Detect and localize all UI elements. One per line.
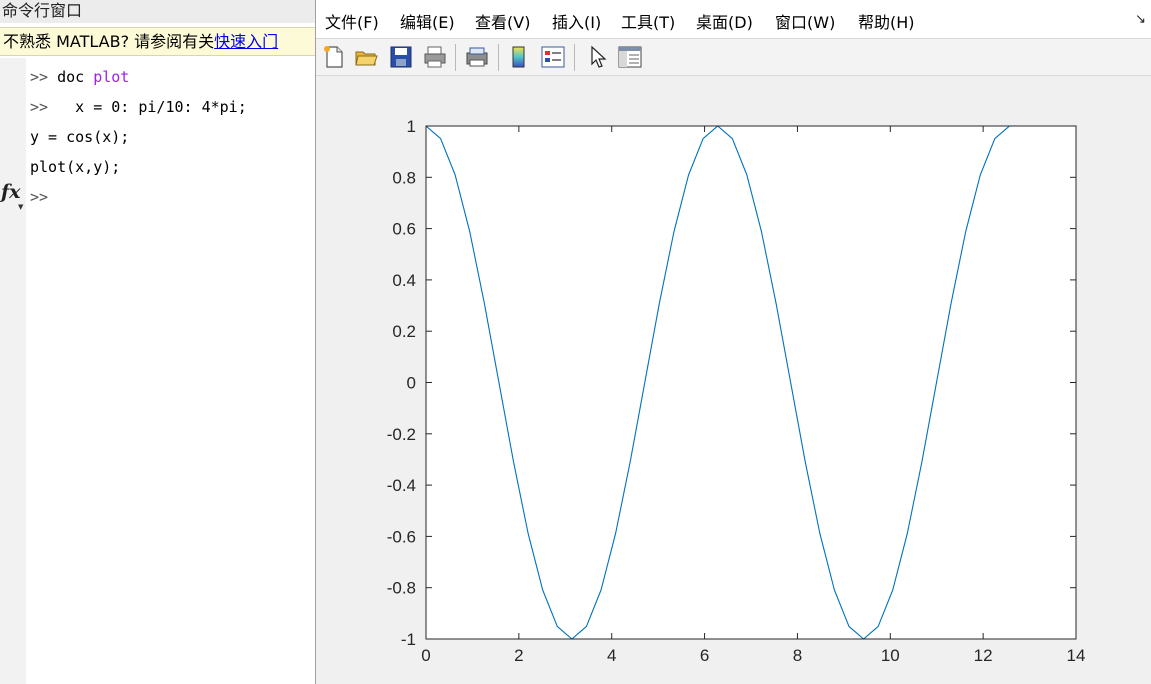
menu-desktop[interactable]: 桌面(D) xyxy=(696,9,753,33)
figure-toolbar xyxy=(316,38,1151,76)
command-window-title: 命令行窗口 xyxy=(0,0,318,23)
command-code: y = cos(x); xyxy=(30,128,130,146)
x-tick-label: 0 xyxy=(421,646,430,665)
command-line: >> x = 0: pi/10: 4*pi; xyxy=(30,92,314,122)
y-tick-label: 0.4 xyxy=(392,271,416,290)
menu-help[interactable]: 帮助(H) xyxy=(858,9,915,33)
command-gutter xyxy=(0,58,26,684)
toolbar-separator xyxy=(455,44,456,71)
print-preview-icon[interactable] xyxy=(464,44,490,70)
command-history[interactable]: >> doc plot >> x = 0: pi/10: 4*pi; y = c… xyxy=(30,62,314,212)
y-tick-label: 0 xyxy=(407,374,416,393)
command-window: 命令行窗口 不熟悉 MATLAB? 请参阅有关快速入门 fx ▼ >> doc … xyxy=(0,0,318,684)
y-tick-label: -1 xyxy=(401,630,416,649)
y-tick-label: 0.8 xyxy=(392,168,416,187)
y-tick-label: -0.8 xyxy=(387,579,416,598)
dock-icon[interactable]: ↘ xyxy=(1135,12,1146,27)
x-tick-label: 2 xyxy=(514,646,523,665)
pointer-icon[interactable] xyxy=(584,44,610,70)
prompt: >> xyxy=(30,98,67,116)
x-tick-label: 4 xyxy=(607,646,616,665)
menu-window[interactable]: 窗口(W) xyxy=(775,9,835,33)
colorbar-icon[interactable] xyxy=(506,44,532,70)
toolbar-separator xyxy=(574,44,575,71)
figure-menubar: 文件(F) 编辑(E) 查看(V) 插入(I) 工具(T) 桌面(D) 窗口(W… xyxy=(316,0,1151,38)
menu-view[interactable]: 查看(V) xyxy=(475,9,530,33)
new-figure-icon[interactable] xyxy=(321,44,347,70)
menu-tools[interactable]: 工具(T) xyxy=(621,9,675,33)
toolbar-separator xyxy=(498,44,499,71)
menu-edit[interactable]: 编辑(E) xyxy=(400,9,455,33)
cosine-chart[interactable]: 0 2 4 6 8 10 12 14 -1 -0.8 -0.6 -0.4 -0.2 0 0.2 0.4 0.6 0… xyxy=(316,77,1151,684)
y-tick-label: 0.6 xyxy=(392,220,416,239)
command-line: plot(x,y); xyxy=(30,152,314,182)
x-tick-label: 12 xyxy=(974,646,993,665)
x-tick-label: 14 xyxy=(1067,646,1086,665)
open-file-icon[interactable] xyxy=(353,44,379,70)
command-line: >> doc plot xyxy=(30,62,314,92)
function-browser-icon[interactable]: fx xyxy=(1,181,21,203)
menu-file[interactable]: 文件(F) xyxy=(325,9,379,33)
property-inspector-icon[interactable] xyxy=(617,44,643,70)
banner-text: 不熟悉 MATLAB? 请参阅有关 xyxy=(3,32,215,51)
x-tick-label: 10 xyxy=(881,646,900,665)
menu-insert[interactable]: 插入(I) xyxy=(552,9,601,33)
legend-icon[interactable] xyxy=(540,44,566,70)
command-code: doc xyxy=(57,68,94,86)
command-code: plot(x,y); xyxy=(30,158,121,176)
print-icon[interactable] xyxy=(422,44,448,70)
getting-started-banner: 不熟悉 MATLAB? 请参阅有关快速入门 xyxy=(0,27,316,56)
y-tick-label: 0.2 xyxy=(392,322,416,341)
figure-window: 文件(F) 编辑(E) 查看(V) 插入(I) 工具(T) 桌面(D) 窗口(W… xyxy=(315,0,1151,684)
chevron-down-icon[interactable]: ▼ xyxy=(18,203,23,211)
save-icon[interactable] xyxy=(388,44,414,70)
getting-started-link[interactable]: 快速入门 xyxy=(214,32,278,51)
command-input-line[interactable]: >> xyxy=(30,182,314,212)
command-line: y = cos(x); xyxy=(30,122,314,152)
y-tick-label: -0.6 xyxy=(387,527,416,546)
y-tick-label: 1 xyxy=(407,117,416,136)
command-keyword: plot xyxy=(93,68,130,86)
x-tick-label: 6 xyxy=(700,646,709,665)
x-tick-label: 8 xyxy=(793,646,802,665)
y-tick-label: -0.2 xyxy=(387,425,416,444)
command-code: x = 0: pi/10: 4*pi; xyxy=(66,98,247,116)
plot-area: 0 2 4 6 8 10 12 14 -1 -0.8 -0.6 -0.4 -0.2 0 0.2 0.4 0.6 0… xyxy=(316,77,1151,684)
axes-background xyxy=(426,126,1076,639)
current-prompt: >> xyxy=(30,188,49,206)
y-tick-label: -0.4 xyxy=(387,476,416,495)
prompt: >> xyxy=(30,68,58,86)
